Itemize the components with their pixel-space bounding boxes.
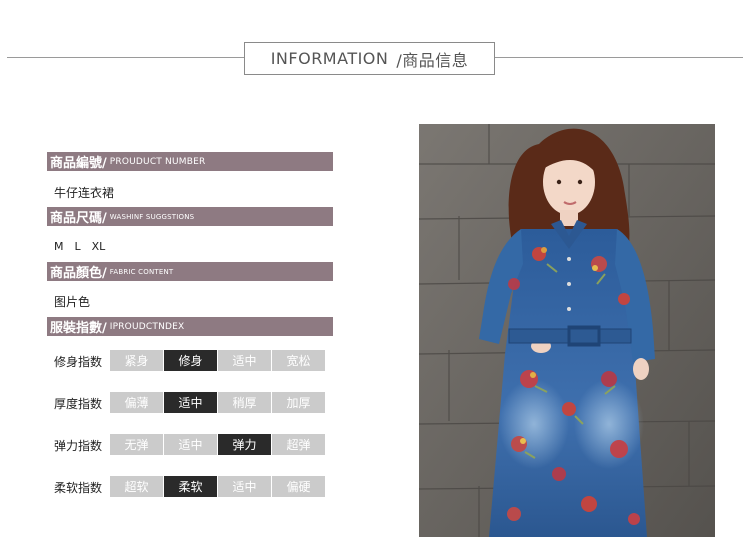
rating-option: 适中 [164,434,217,455]
bar-label-en: FABRIC CONTENT [109,267,174,276]
rating-label: 厚度指数 [54,397,103,411]
rating-option: 适中 [218,350,271,371]
bar-label-zh: 服裝指數/ [50,321,107,336]
rating-option-selected: 柔软 [164,476,217,497]
bar-label-en: IPROUDCTNDEX [109,321,185,332]
header-line-left [7,57,244,58]
rating-option: 适中 [218,476,271,497]
rating-option: 偏硬 [272,476,325,497]
title-en: INFORMATION [270,49,389,68]
bar-size: 商品尺碼/ WASHINF SUGGSTIONS [47,207,333,226]
rating-option: 宽松 [272,350,325,371]
section-title: INFORMATION /商品信息 [244,42,495,75]
model-illustration [419,124,715,537]
rating-option: 加厚 [272,392,325,413]
header-line-right [495,57,743,58]
bar-product-number: 商品編號/ PROUDUCT NUMBER [47,152,333,171]
product-photo [419,124,715,537]
rating-option: 无弹 [110,434,163,455]
bar-label-en: PROUDUCT NUMBER [109,156,206,167]
rating-option: 稍厚 [218,392,271,413]
rating-option: 超软 [110,476,163,497]
rating-option: 超弹 [272,434,325,455]
rating-option: 紧身 [110,350,163,371]
rating-option: 偏薄 [110,392,163,413]
value-color: 图片色 [54,295,91,309]
rating-option-selected: 修身 [164,350,217,371]
value-size: M L XL [54,240,106,253]
title-zh: /商品信息 [396,50,469,70]
rating-label: 柔软指数 [54,481,103,495]
rating-label: 弹力指数 [54,439,103,453]
bar-index: 服裝指數/ IPROUDCTNDEX [47,317,333,336]
bar-label-zh: 商品編號/ [50,156,107,171]
bar-label-en: WASHINF SUGGSTIONS [109,212,195,221]
bar-label-zh: 商品顏色/ [50,266,107,281]
rating-option-selected: 适中 [164,392,217,413]
rating-label: 修身指数 [54,355,103,369]
bar-label-zh: 商品尺碼/ [50,211,107,226]
bar-color: 商品顏色/ FABRIC CONTENT [47,262,333,281]
value-product-number: 牛仔连衣裙 [54,186,115,200]
rating-option-selected: 弹力 [218,434,271,455]
